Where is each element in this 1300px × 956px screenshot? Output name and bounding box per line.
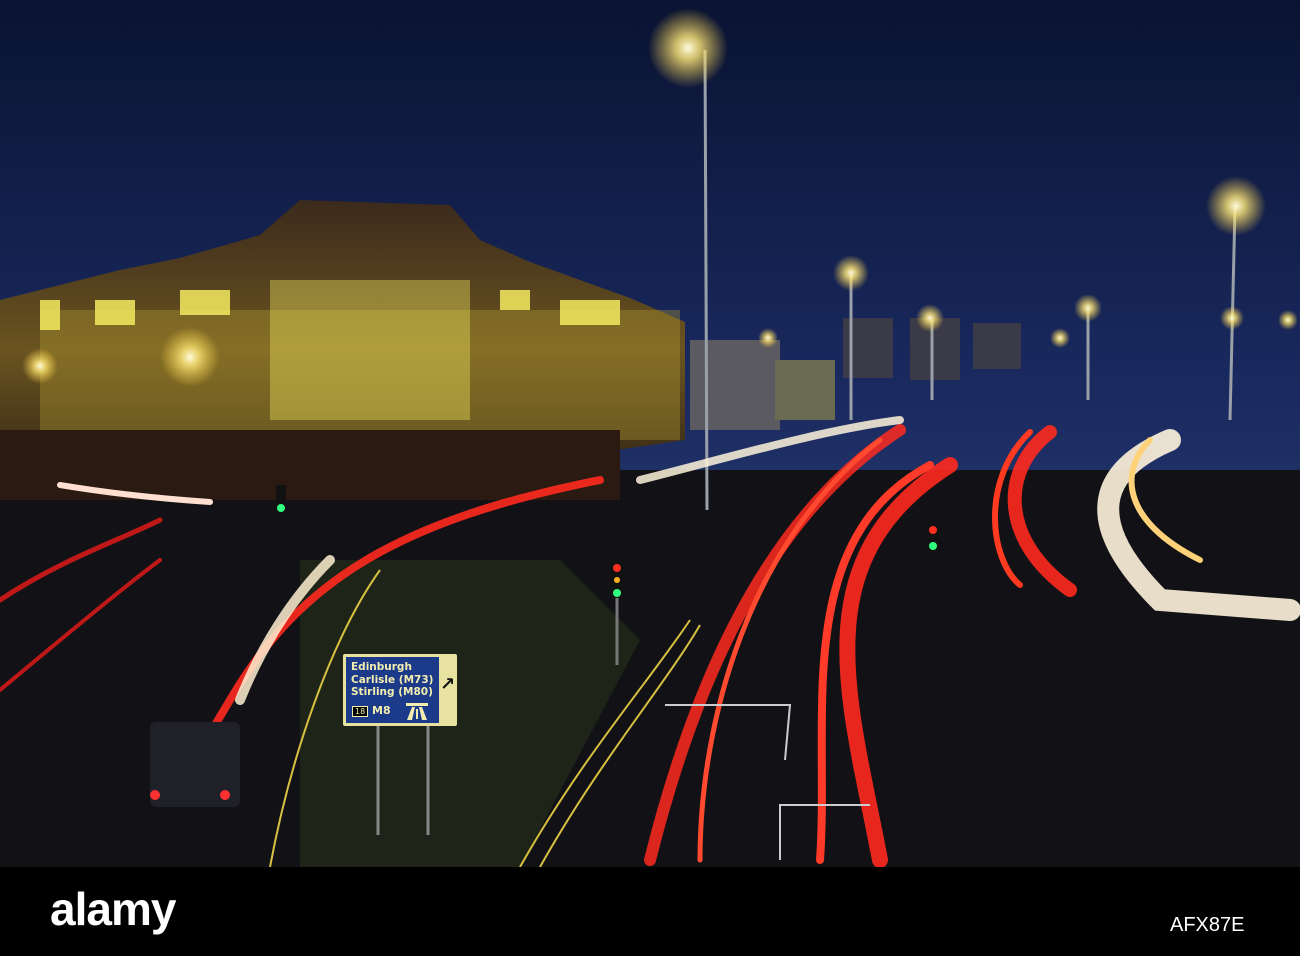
sign-line-edinburgh: Edinburgh (351, 661, 412, 673)
sign-line-carlisle: Carlisle (M73) (351, 674, 434, 686)
motorway-direction-sign: Edinburgh Carlisle (M73) Stirling (M80) … (343, 654, 457, 726)
image-id: AFX87E (1170, 914, 1245, 936)
motorway-symbol-icon (406, 703, 428, 720)
arrow-up-right-icon: ↗ (440, 674, 456, 695)
junction-number: 18 (352, 706, 369, 717)
watermark-bar (0, 867, 1300, 956)
car (150, 722, 240, 807)
sign-panel: Edinburgh Carlisle (M73) Stirling (M80) … (346, 657, 439, 723)
sign-line-stirling: Stirling (M80) (351, 686, 433, 698)
motorway-number: M8 (372, 704, 391, 717)
alamy-logo: alamy (50, 883, 176, 935)
photo-scene (0, 0, 1300, 867)
night-motorway-photo: Edinburgh Carlisle (M73) Stirling (M80) … (0, 0, 1300, 956)
